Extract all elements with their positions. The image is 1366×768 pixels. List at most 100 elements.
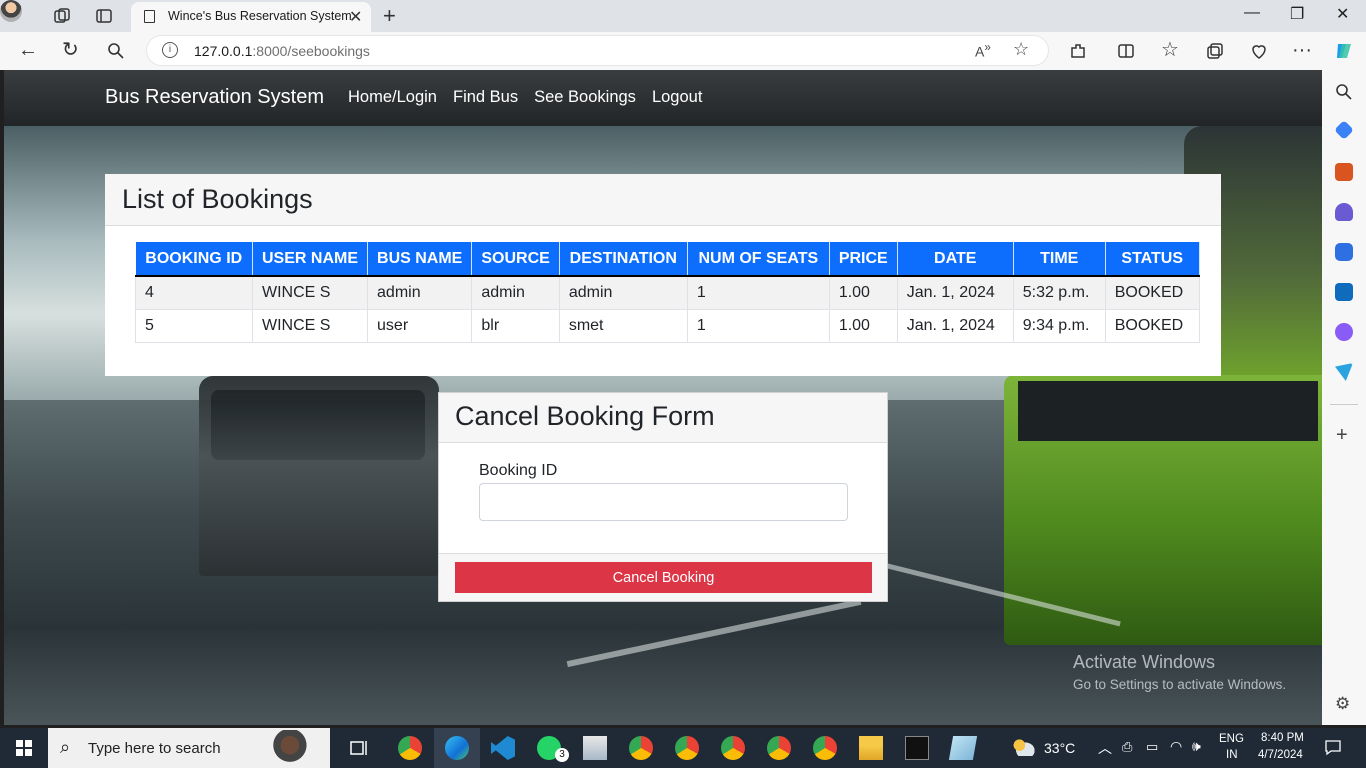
page-viewport: Bus Reservation System Home/Login Find B… — [4, 70, 1322, 725]
wifi-icon[interactable]: ◠ — [1170, 738, 1182, 755]
split-screen-icon[interactable] — [1116, 41, 1136, 61]
booking-id-label: Booking ID — [479, 462, 558, 479]
file-app-icon[interactable] — [583, 736, 607, 760]
site-info-icon[interactable]: i — [162, 42, 178, 58]
cell-status: BOOKED — [1104, 308, 1200, 343]
sidebar-shopping-icon[interactable] — [1334, 120, 1354, 140]
browser-toolbar: ← ↻ i 127.0.0.1:8000/seebookings A» ☆ ☆ … — [0, 32, 1366, 70]
favorites-icon[interactable]: ☆ — [1161, 39, 1179, 61]
table-row: 5 WINCE S user blr smet 1 1.00 Jan. 1, 2… — [135, 308, 1200, 343]
language-text[interactable]: ENG — [1219, 733, 1244, 745]
search-highlight-icon — [262, 730, 324, 768]
sidebar-microsoft365-icon[interactable] — [1335, 243, 1353, 261]
chrome-profile-icon[interactable] — [721, 736, 745, 760]
new-tab-icon[interactable]: + — [383, 3, 396, 29]
sidebar-settings-icon[interactable]: ⚙ — [1335, 694, 1350, 714]
clock-date[interactable]: 4/7/2024 — [1258, 749, 1303, 761]
nav-link-see-bookings[interactable]: See Bookings — [534, 88, 636, 107]
taskbar-search-box[interactable]: ⌕ Type here to search — [48, 728, 330, 768]
chrome-profile-icon[interactable] — [675, 736, 699, 760]
chrome-profile-icon[interactable] — [813, 736, 837, 760]
read-aloud-icon[interactable]: A» — [975, 41, 991, 60]
browser-essentials-icon[interactable] — [1249, 41, 1269, 61]
chrome-icon[interactable] — [398, 736, 422, 760]
cell-source: admin — [471, 275, 560, 310]
weather-icon[interactable] — [1011, 738, 1035, 756]
workspaces-icon[interactable] — [52, 6, 72, 26]
cell-time: 9:34 p.m. — [1012, 308, 1106, 343]
cancel-card-footer: Cancel Booking — [439, 553, 887, 601]
notifications-icon[interactable] — [1324, 738, 1342, 756]
back-icon[interactable]: ← — [18, 39, 38, 61]
url-text[interactable]: 127.0.0.1:8000/seebookings — [194, 43, 370, 59]
file-explorer-icon[interactable] — [859, 736, 883, 760]
col-date: DATE — [897, 242, 1014, 277]
edge-icon[interactable] — [445, 736, 469, 760]
page-favicon-icon — [144, 10, 155, 23]
sidebar-games-icon[interactable] — [1335, 203, 1353, 221]
region-text[interactable]: IN — [1226, 749, 1238, 761]
table-header-row: BOOKING ID USER NAME BUS NAME SOURCE DES… — [135, 242, 1200, 277]
profile-avatar-icon[interactable] — [0, 0, 22, 22]
collections-icon[interactable] — [1205, 41, 1225, 61]
minimize-icon[interactable]: — — [1244, 4, 1260, 22]
taskbar-search-placeholder: Type here to search — [88, 740, 221, 757]
search-icon[interactable] — [107, 42, 125, 60]
sidebar-outlook-icon[interactable] — [1335, 283, 1353, 301]
cell-price: 1.00 — [828, 308, 898, 343]
whatsapp-badge: 3 — [555, 748, 569, 762]
booking-id-input[interactable] — [479, 483, 848, 521]
extensions-icon[interactable] — [1068, 41, 1088, 61]
sidebar-send-icon[interactable] — [1335, 363, 1353, 381]
cancel-booking-button[interactable]: Cancel Booking — [455, 562, 872, 593]
bookings-card-header: List of Bookings — [105, 174, 1221, 226]
copilot-icon[interactable] — [1333, 40, 1355, 62]
tab-title: Wince's Bus Reservation System — [168, 9, 352, 23]
nav-link-logout[interactable]: Logout — [652, 88, 702, 107]
brand-title[interactable]: Bus Reservation System — [105, 86, 324, 109]
address-bar[interactable]: i 127.0.0.1:8000/seebookings A» ☆ — [146, 35, 1049, 66]
terminal-icon[interactable] — [905, 736, 929, 760]
nav-link-home-login[interactable]: Home/Login — [348, 88, 437, 107]
sidebar-search-icon[interactable] — [1335, 83, 1353, 101]
nav-link-find-bus[interactable]: Find Bus — [453, 88, 518, 107]
chrome-profile-icon[interactable] — [629, 736, 653, 760]
favorite-star-icon[interactable]: ☆ — [1013, 39, 1029, 60]
sidebar-add-icon[interactable]: + — [1336, 424, 1348, 447]
tab-close-icon[interactable]: ✕ — [349, 7, 362, 27]
task-view-icon[interactable] — [348, 736, 372, 760]
browser-tab-bar: Wince's Bus Reservation System ✕ + — ❐ ✕ — [0, 0, 1366, 32]
bookings-card: List of Bookings BOOKING ID USER NAME BU… — [105, 174, 1221, 376]
chrome-profile-icon[interactable] — [767, 736, 791, 760]
sidebar-designer-icon[interactable] — [1335, 323, 1353, 341]
browser-tab-active[interactable]: Wince's Bus Reservation System ✕ — [131, 2, 371, 32]
watermark-line-1: Activate Windows — [1073, 652, 1216, 672]
clock-time[interactable]: 8:40 PM — [1261, 732, 1304, 744]
sidebar-divider — [1330, 404, 1358, 405]
background-bus-left — [199, 376, 439, 576]
sidebar-tools-icon[interactable] — [1335, 163, 1353, 181]
col-booking-id: BOOKING ID — [135, 242, 253, 277]
col-user-name: USER NAME — [252, 242, 369, 277]
tray-device-icon[interactable]: ⎙ — [1122, 739, 1132, 755]
volume-icon[interactable]: 🕪 — [1192, 738, 1201, 755]
more-menu-icon[interactable]: ··· — [1292, 39, 1312, 61]
app-navbar: Bus Reservation System Home/Login Find B… — [4, 70, 1322, 126]
vscode-icon[interactable] — [491, 736, 515, 760]
notepad-icon[interactable] — [948, 736, 978, 760]
windows-taskbar: ⌕ Type here to search 3 33°C ︿ ⎙ ▭ ◠ 🕪 E… — [0, 728, 1366, 768]
battery-icon[interactable]: ▭ — [1146, 739, 1158, 755]
refresh-icon[interactable]: ↻ — [62, 39, 79, 61]
col-status: STATUS — [1105, 242, 1200, 277]
table-row: 4 WINCE S admin admin admin 1 1.00 Jan. … — [135, 275, 1200, 310]
col-num-of-seats: NUM OF SEATS — [687, 242, 830, 277]
restore-icon[interactable]: ❐ — [1290, 4, 1304, 24]
temperature-text[interactable]: 33°C — [1044, 740, 1075, 756]
cancel-card-header: Cancel Booking Form — [439, 393, 887, 443]
tray-chevron-icon[interactable]: ︿ — [1098, 738, 1112, 758]
tab-actions-icon[interactable] — [94, 6, 114, 26]
activate-windows-watermark: Activate Windows Go to Settings to activ… — [1073, 652, 1286, 692]
windows-start-icon[interactable] — [16, 740, 32, 756]
cell-destination: smet — [558, 308, 688, 343]
window-close-icon[interactable]: ✕ — [1336, 4, 1349, 24]
